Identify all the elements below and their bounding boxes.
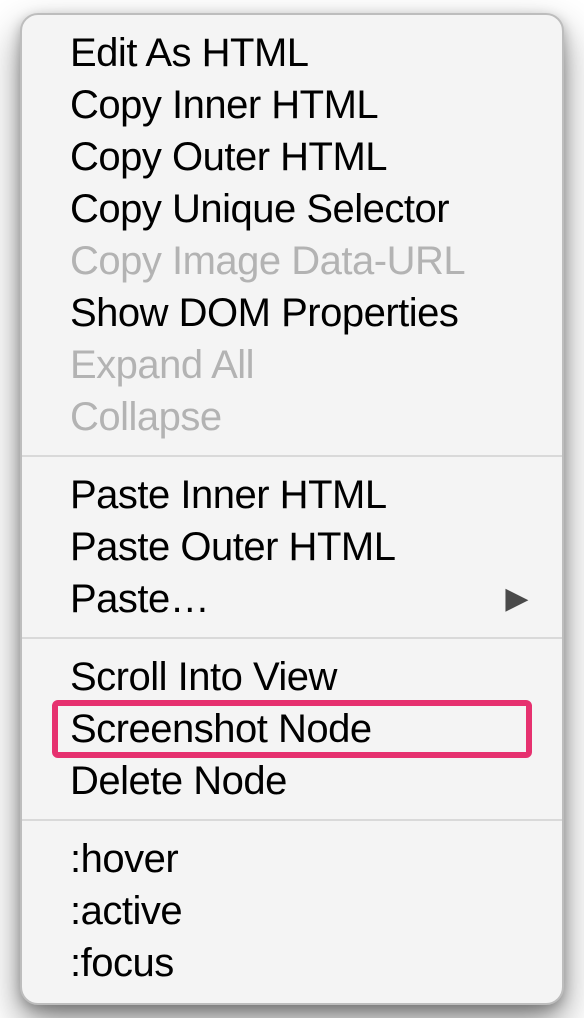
submenu-arrow-icon: ▶ [505,584,528,614]
menu-item-label: Paste Outer HTML [70,527,395,567]
menu-item-copy-image-data-url: Copy Image Data-URL [22,235,562,287]
menu-item-screenshot-node[interactable]: Screenshot Node [22,703,562,755]
menu-item-label: Copy Image Data-URL [70,241,465,281]
context-menu: Edit As HTML Copy Inner HTML Copy Outer … [20,13,564,1005]
menu-item-pseudo-focus[interactable]: :focus [22,937,562,989]
menu-item-paste-submenu[interactable]: Paste… ▶ [22,573,562,625]
menu-item-label: Copy Unique Selector [70,189,449,229]
menu-item-pseudo-active[interactable]: :active [22,885,562,937]
menu-item-label: Paste Inner HTML [70,475,387,515]
menu-item-scroll-into-view[interactable]: Scroll Into View [22,651,562,703]
menu-item-label: Copy Outer HTML [70,137,387,177]
menu-item-label: :hover [70,839,178,879]
menu-item-label: :active [70,891,182,931]
menu-separator [22,819,562,821]
menu-item-label: Show DOM Properties [70,293,458,333]
menu-item-pseudo-hover[interactable]: :hover [22,833,562,885]
menu-item-copy-inner-html[interactable]: Copy Inner HTML [22,79,562,131]
menu-item-label: Collapse [70,397,222,437]
menu-item-label: Delete Node [70,761,287,801]
menu-separator [22,637,562,639]
menu-item-label: Paste… [70,579,209,619]
menu-item-label: :focus [70,943,174,983]
menu-item-show-dom-properties[interactable]: Show DOM Properties [22,287,562,339]
menu-item-copy-outer-html[interactable]: Copy Outer HTML [22,131,562,183]
menu-item-expand-all: Expand All [22,339,562,391]
menu-item-label: Copy Inner HTML [70,85,378,125]
menu-item-delete-node[interactable]: Delete Node [22,755,562,807]
menu-item-label: Expand All [70,345,254,385]
menu-item-label: Edit As HTML [70,33,309,73]
menu-item-label: Screenshot Node [70,709,372,749]
menu-item-label: Scroll Into View [70,657,337,697]
menu-separator [22,455,562,457]
menu-item-paste-inner-html[interactable]: Paste Inner HTML [22,469,562,521]
menu-item-edit-as-html[interactable]: Edit As HTML [22,27,562,79]
menu-item-copy-unique-selector[interactable]: Copy Unique Selector [22,183,562,235]
menu-item-paste-outer-html[interactable]: Paste Outer HTML [22,521,562,573]
menu-item-collapse: Collapse [22,391,562,443]
